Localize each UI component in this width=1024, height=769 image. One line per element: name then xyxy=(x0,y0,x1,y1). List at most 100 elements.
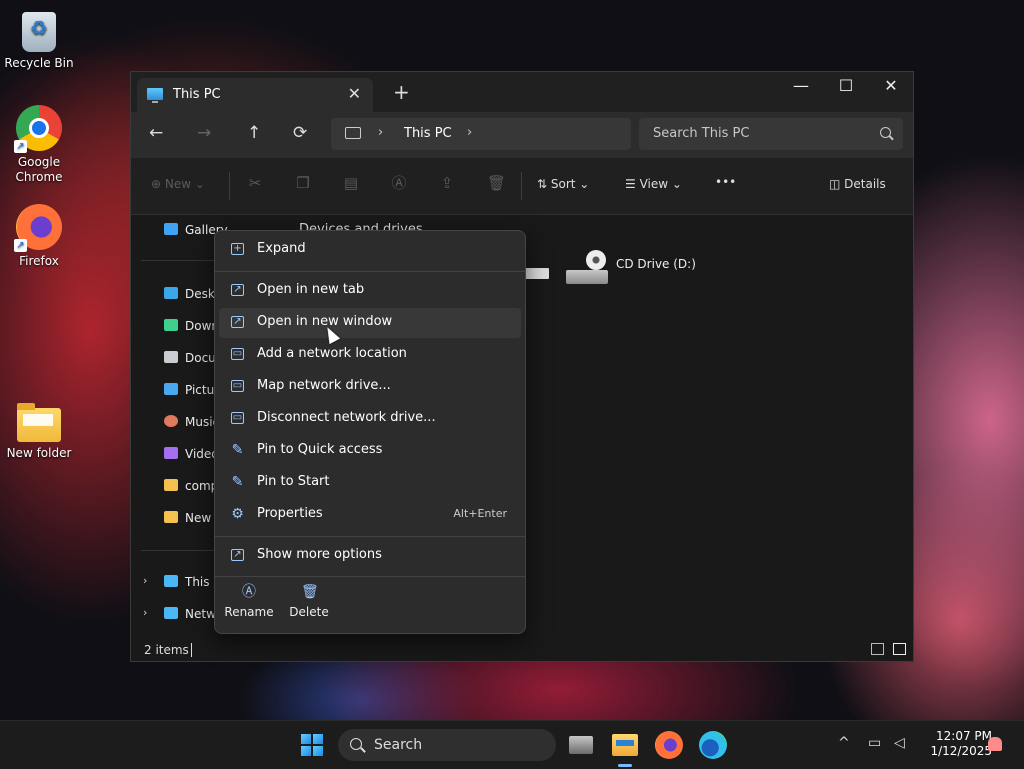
volume-muted-icon[interactable]: ◁ xyxy=(894,735,905,751)
taskbar-search[interactable]: Search xyxy=(338,729,556,761)
pin-icon: ✎ xyxy=(231,442,244,458)
cd-drive-label[interactable]: CD Drive (D:) xyxy=(616,257,696,271)
maximize-button[interactable]: ☐ xyxy=(826,76,866,95)
desktop-icon-google-chrome[interactable]: ↗ Google Chrome xyxy=(2,105,76,185)
view-button[interactable]: ☰ View ⌄ xyxy=(625,177,682,191)
show-hidden-icons-chevron[interactable]: ^ xyxy=(838,735,850,751)
minimize-button[interactable]: — xyxy=(781,76,821,95)
chrome-icon: ↗ xyxy=(14,105,62,153)
breadcrumb-this-pc[interactable]: This PC xyxy=(404,126,452,141)
file-explorer-icon[interactable] xyxy=(612,734,638,756)
menu-item-properties[interactable]: ⚙ Properties Alt+Enter xyxy=(219,500,521,530)
desktop-icon-label: Google Chrome xyxy=(15,155,63,184)
sort-label: Sort xyxy=(550,177,576,191)
cd-drive-icon[interactable] xyxy=(566,250,608,286)
chevron-right-icon[interactable]: › xyxy=(143,606,147,619)
desktop-icon-recycle-bin[interactable]: Recycle Bin xyxy=(2,8,76,71)
toolbar-divider xyxy=(521,172,522,200)
close-button[interactable]: ✕ xyxy=(871,76,911,95)
more-options-icon: ↗ xyxy=(231,549,244,561)
open-new-tab-icon: ↗ xyxy=(231,284,244,296)
up-button[interactable]: ↑ xyxy=(247,123,261,143)
network-icon[interactable]: ▭ xyxy=(868,735,881,751)
shortcut-arrow-icon: ↗ xyxy=(14,140,27,153)
tab-this-pc[interactable]: This PC ✕ xyxy=(137,78,373,112)
menu-item-map-network-drive[interactable]: ▭ Map network drive... xyxy=(219,372,521,402)
details-button[interactable]: ◫ Details xyxy=(829,177,886,191)
paste-icon[interactable]: ▤ xyxy=(343,175,359,191)
menu-item-show-more-options[interactable]: ↗ Show more options xyxy=(219,541,521,571)
back-button[interactable]: ← xyxy=(149,123,163,143)
desktop-icon-label: New folder xyxy=(6,446,72,460)
context-menu: + Expand ↗ Open in new tab ↗ Open in new… xyxy=(214,230,526,634)
network-location-icon: ▭ xyxy=(231,348,244,360)
more-options-button[interactable]: ••• xyxy=(715,175,736,189)
disconnect-drive-icon: ▭ xyxy=(231,412,244,424)
computer-icon xyxy=(345,127,361,139)
document-icon xyxy=(164,351,178,363)
pictures-icon xyxy=(164,383,178,395)
expand-icon: + xyxy=(231,243,244,255)
address-bar[interactable]: › This PC › xyxy=(331,118,631,150)
task-view-icon[interactable] xyxy=(569,736,593,754)
new-button[interactable]: ⊕ New ⌄ xyxy=(151,177,205,191)
this-pc-icon xyxy=(164,575,178,587)
copy-icon[interactable]: ❐ xyxy=(295,175,311,191)
folder-icon xyxy=(17,403,61,442)
chevron-right-icon[interactable]: › xyxy=(378,125,383,140)
chevron-right-icon[interactable]: › xyxy=(143,574,147,587)
menu-item-pin-quick-access[interactable]: ✎ Pin to Quick access xyxy=(219,436,521,466)
start-button[interactable] xyxy=(301,734,323,756)
new-tab-button[interactable]: + xyxy=(393,80,410,104)
toolbar-divider xyxy=(229,172,230,200)
menu-item-open-new-tab[interactable]: ↗ Open in new tab xyxy=(219,276,521,306)
desktop-icon-firefox[interactable]: ↗ Firefox xyxy=(2,204,76,269)
large-icons-view-icon[interactable] xyxy=(893,643,906,655)
forward-button[interactable]: → xyxy=(197,123,211,143)
status-bar: 2 items xyxy=(131,638,913,662)
drive-usage-bar xyxy=(525,268,549,279)
desktop-icon-new-folder[interactable]: New folder xyxy=(2,400,76,461)
cut-icon[interactable]: ✂ xyxy=(247,175,263,191)
clock[interactable]: 12:07 PM 1/12/2025 xyxy=(918,729,992,759)
chevron-right-icon[interactable]: › xyxy=(467,125,472,140)
clock-date: 1/12/2025 xyxy=(930,744,992,758)
download-icon xyxy=(164,319,178,331)
open-new-window-icon: ↗ xyxy=(231,316,244,328)
pin-icon: ✎ xyxy=(231,474,244,490)
taskbar: Search ^ ▭ ◁ 12:07 PM 1/12/2025 xyxy=(0,720,1024,769)
rename-icon: Ⓐ xyxy=(242,584,256,600)
desktop-icon-label: Firefox xyxy=(19,254,59,268)
details-label: Details xyxy=(844,177,886,191)
folder-icon xyxy=(164,479,178,491)
rename-button[interactable]: Ⓐ Rename xyxy=(219,583,279,619)
menu-item-expand[interactable]: + Expand xyxy=(219,235,521,265)
menu-divider xyxy=(215,536,525,537)
menu-item-disconnect-network-drive[interactable]: ▭ Disconnect network drive... xyxy=(219,404,521,434)
delete-icon[interactable]: 🗑 xyxy=(487,175,506,191)
delete-icon: 🗑 xyxy=(301,584,319,600)
search-icon xyxy=(880,127,891,138)
menu-item-open-new-window[interactable]: ↗ Open in new window xyxy=(219,308,521,338)
share-icon[interactable]: ⇪ xyxy=(439,175,455,191)
edge-icon[interactable] xyxy=(699,731,727,759)
refresh-button[interactable]: ⟳ xyxy=(293,123,307,143)
sort-button[interactable]: ⇅ Sort ⌄ xyxy=(537,177,589,191)
search-icon xyxy=(350,738,362,750)
status-divider xyxy=(191,643,192,657)
details-view-icon[interactable] xyxy=(871,643,884,655)
disc-icon xyxy=(586,250,606,270)
menu-divider xyxy=(215,576,525,577)
rename-icon[interactable]: Ⓐ xyxy=(391,175,407,191)
notification-bell-icon[interactable] xyxy=(988,737,1002,751)
search-box[interactable]: Search This PC xyxy=(639,118,903,150)
tab-close-button[interactable]: ✕ xyxy=(348,84,361,103)
delete-button[interactable]: 🗑 Delete xyxy=(279,583,339,619)
music-icon xyxy=(164,415,178,427)
gallery-icon xyxy=(164,223,178,235)
menu-item-add-network-location[interactable]: ▭ Add a network location xyxy=(219,340,521,370)
menu-item-pin-start[interactable]: ✎ Pin to Start xyxy=(219,468,521,498)
firefox-icon[interactable] xyxy=(655,731,683,759)
desktop-icon-label: Recycle Bin xyxy=(4,56,74,70)
video-icon xyxy=(164,447,178,459)
